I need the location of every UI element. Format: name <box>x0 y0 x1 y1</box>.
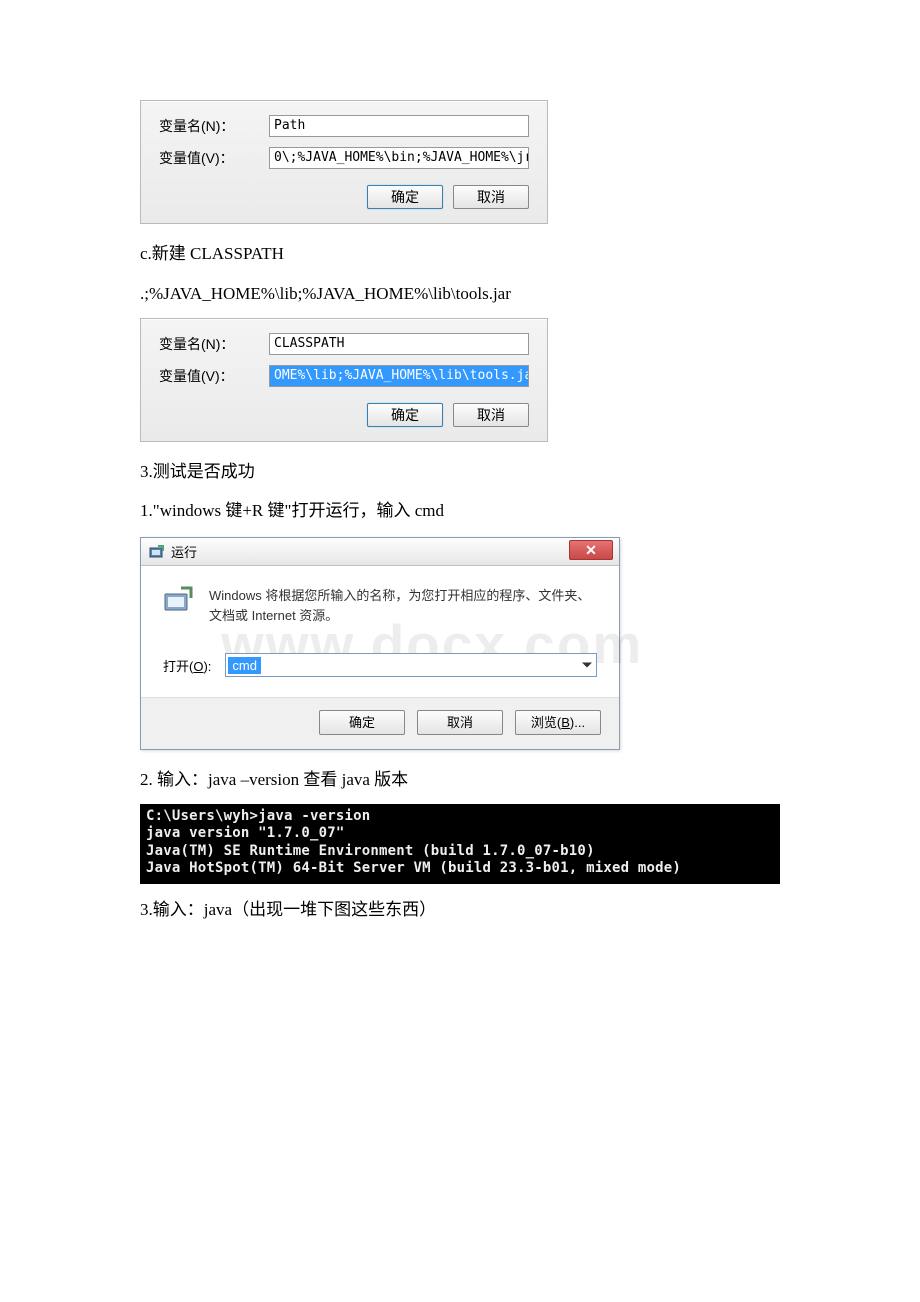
cancel-button[interactable]: 取消 <box>453 185 529 209</box>
cancel-button[interactable]: 取消 <box>417 710 503 735</box>
run-title: 运行 <box>171 542 197 561</box>
text-classpath-value: .;%JAVA_HOME%\lib;%JAVA_HOME%\lib\tools.… <box>140 282 780 306</box>
cmd-output: C:\Users\wyh>java -version java version … <box>140 804 780 884</box>
dropdown-arrow-icon[interactable] <box>582 663 592 668</box>
text-section-3: 3.测试是否成功 <box>140 460 780 484</box>
run-titlebar[interactable]: 运行 ✕ <box>141 538 619 566</box>
ok-button[interactable]: 确定 <box>319 710 405 735</box>
ok-button[interactable]: 确定 <box>367 185 443 209</box>
run-command-input[interactable]: cmd <box>225 653 597 677</box>
env-var-dialog-classpath: 变量名(N)： CLASSPATH 变量值(V)： OME%\lib;%JAVA… <box>140 318 548 442</box>
open-label: 打开(O): <box>163 656 211 675</box>
browse-button[interactable]: 浏览(B)... <box>515 710 601 735</box>
run-description: Windows 将根据您所输入的名称，为您打开相应的程序、文件夹、文档或 Int… <box>209 586 597 625</box>
text-step-2: 2. 输入：java –version 查看 java 版本 <box>140 768 780 792</box>
var-name-input[interactable]: Path <box>269 115 529 137</box>
text-step-3: 3.输入：java（出现一堆下图这些东西） <box>140 898 780 922</box>
var-value-label: 变量值(V)： <box>159 366 269 386</box>
var-name-label: 变量名(N)： <box>159 116 269 136</box>
run-icon <box>149 544 165 560</box>
text-c-new-classpath: c.新建 CLASSPATH <box>140 242 780 266</box>
var-value-label: 变量值(V)： <box>159 148 269 168</box>
close-button[interactable]: ✕ <box>569 540 613 560</box>
var-name-label: 变量名(N)： <box>159 334 269 354</box>
var-value-input[interactable]: OME%\lib;%JAVA_HOME%\lib\tools.jar <box>269 365 529 387</box>
ok-button[interactable]: 确定 <box>367 403 443 427</box>
run-program-icon <box>163 586 195 614</box>
text-step-1: 1."windows 键+R 键"打开运行，输入 cmd <box>140 499 780 523</box>
var-name-input[interactable]: CLASSPATH <box>269 333 529 355</box>
var-value-input[interactable]: 0\;%JAVA_HOME%\bin;%JAVA_HOME%\jre\b <box>269 147 529 169</box>
run-input-value: cmd <box>228 657 261 674</box>
run-dialog: 运行 ✕ www.docx.com Windows 将根据您所输入的名称，为您打… <box>140 537 620 750</box>
cancel-button[interactable]: 取消 <box>453 403 529 427</box>
env-var-dialog-path: 变量名(N)： Path 变量值(V)： 0\;%JAVA_HOME%\bin;… <box>140 100 548 224</box>
